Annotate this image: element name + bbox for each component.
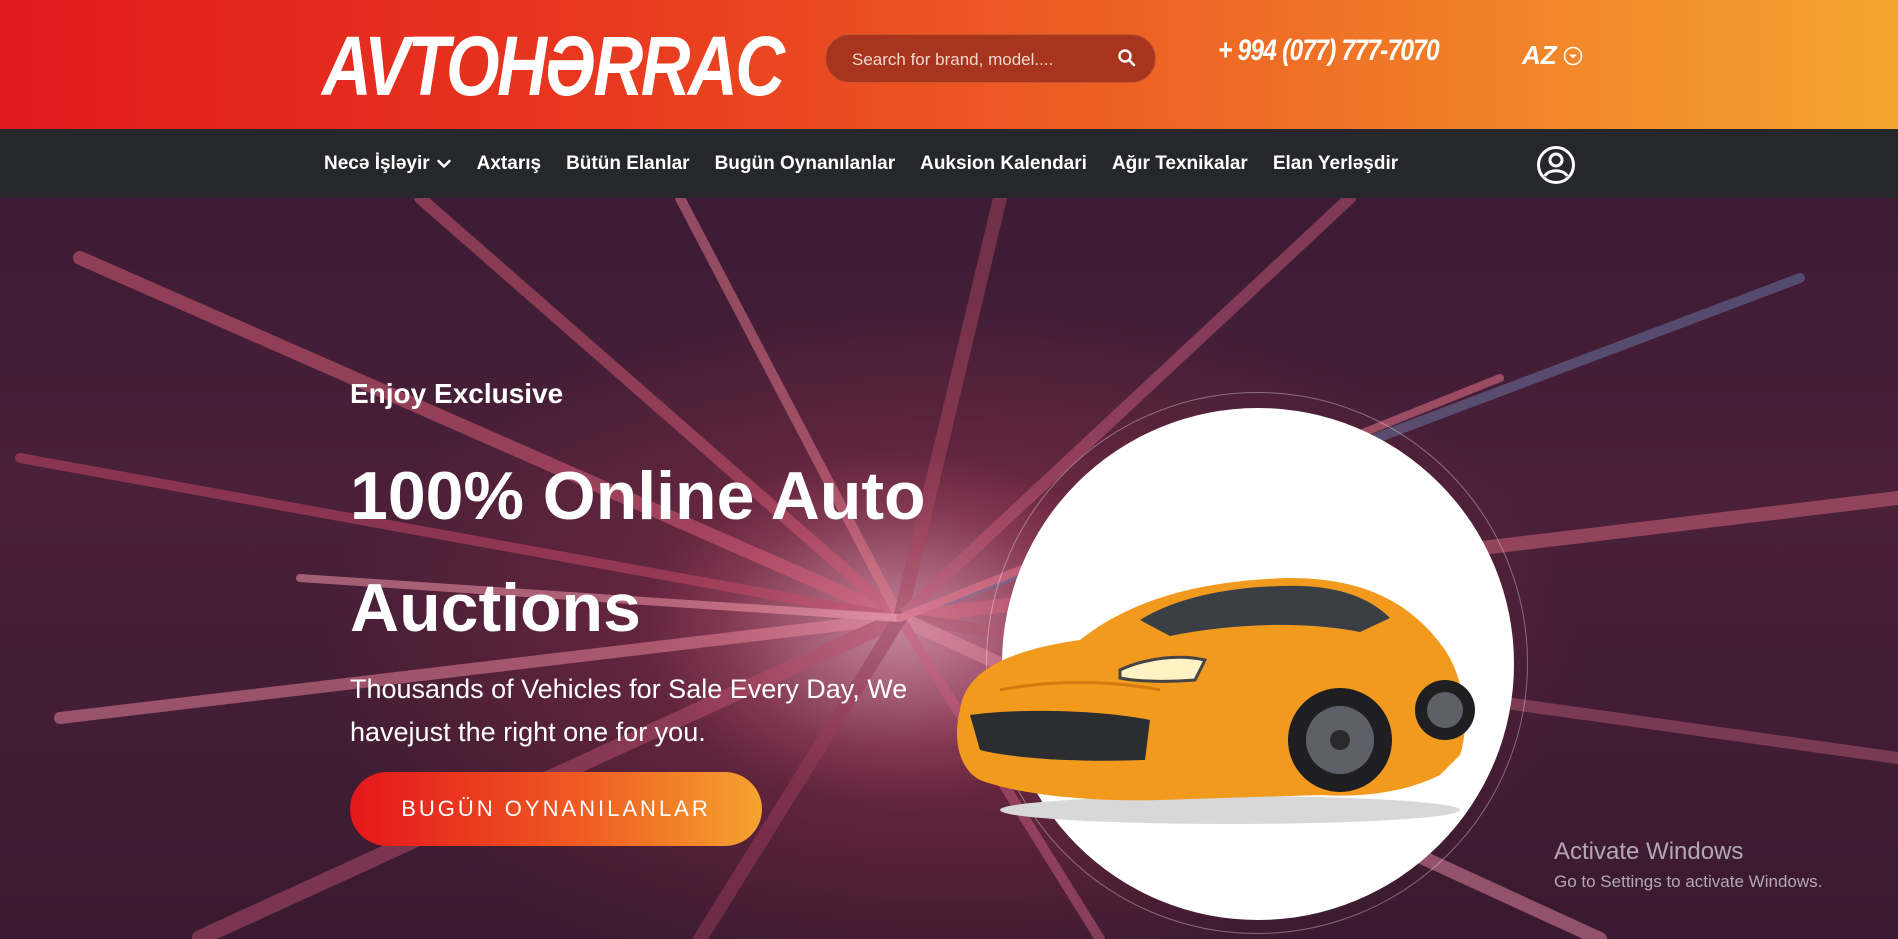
language-selector[interactable]: AZ <box>1522 40 1583 71</box>
nav-item-all-listings[interactable]: Bütün Elanlar <box>566 153 690 175</box>
nav-item-label: Necə İşləyir <box>324 152 430 174</box>
nav-item-today-auctions[interactable]: Bugün Oynanılanlar <box>715 153 896 175</box>
site-logo[interactable]: AVTOHƏRRAC <box>322 22 785 110</box>
nav-item-post-listing[interactable]: Elan Yerləşdir <box>1273 153 1398 175</box>
watermark-title: Activate Windows <box>1554 838 1744 865</box>
nav-item-label: Bugün Oynanılanlar <box>714 152 896 174</box>
nav-item-how-it-works[interactable]: Necə İşləyir <box>324 153 452 175</box>
nav-item-auction-calendar[interactable]: Auksion Kalendari <box>920 153 1087 175</box>
hero-subtext: Thousands of Vehicles for Sale Every Day… <box>350 674 908 747</box>
search-input[interactable] <box>850 35 1114 84</box>
nav-item-label: Axtarış <box>476 152 542 174</box>
search-icon[interactable] <box>1117 48 1137 68</box>
chevron-down-icon <box>436 159 451 168</box>
nav-item-label: Bütün Elanlar <box>566 152 690 174</box>
main-nav: Necə İşləyir Axtarış Bütün Elanlar Bugün… <box>0 129 1898 198</box>
orange-sports-car-image <box>956 578 1475 824</box>
language-label: AZ <box>1522 40 1557 70</box>
hero-headline: 100% Online Auto Auctions <box>350 458 926 646</box>
phone-number[interactable]: + 994 (077) 777-7070 <box>1218 34 1440 68</box>
watermark-subtitle: Go to Settings to activate Windows. <box>1554 872 1823 891</box>
nav-item-label: Elan Yerləşdir <box>1272 152 1399 174</box>
search-bar <box>825 34 1156 84</box>
today-auctions-button[interactable]: BUGÜN OYNANILANLAR <box>350 772 762 846</box>
nav-item-heavy-machinery[interactable]: Ağır Texnikalar <box>1112 153 1248 175</box>
chevron-down-circle-icon <box>1563 46 1582 65</box>
nav-item-label: Ağır Texnikalar <box>1111 152 1248 174</box>
windows-activation-watermark: Activate Windows Go to Settings to activ… <box>1554 838 1822 892</box>
nav-item-search[interactable]: Axtarış <box>477 153 541 175</box>
user-account-icon[interactable] <box>1536 145 1576 185</box>
hero-eyebrow: Enjoy Exclusive <box>350 378 564 409</box>
header-bar: AVTOHƏRRAC + 994 (077) 777-7070 AZ <box>0 0 1898 129</box>
nav-item-label: Auksion Kalendari <box>920 152 1087 174</box>
